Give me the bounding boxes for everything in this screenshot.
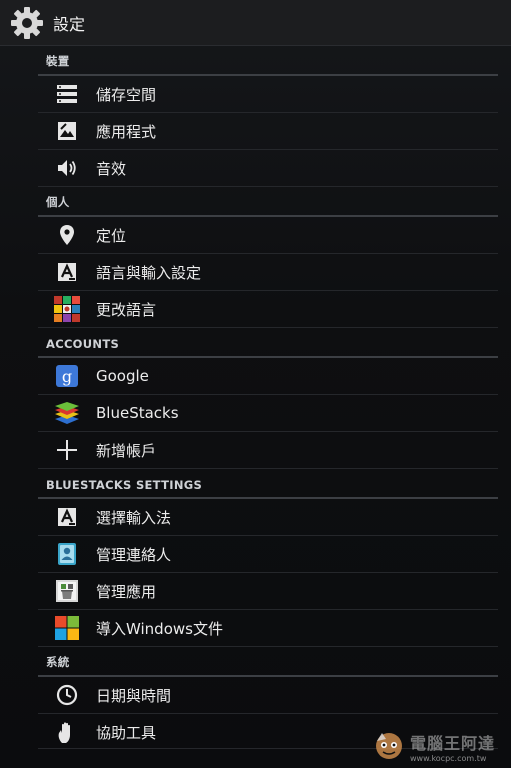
settings-item-label: BlueStacks <box>96 404 179 422</box>
settings-screen: 設定 裝置 儲存空間 應用程式 音效 個人 定位 語言與輸入設定 更改語言 AC… <box>0 0 511 768</box>
section-header-bluestacks-settings: BLUESTACKS SETTINGS <box>38 469 498 499</box>
settings-item-bluestacks[interactable]: BlueStacks <box>38 395 498 432</box>
settings-item-language-input[interactable]: 語言與輸入設定 <box>38 254 498 291</box>
manage-apps-icon <box>54 578 80 604</box>
sound-icon <box>54 155 80 181</box>
windows-icon <box>54 615 80 641</box>
settings-item-date-time[interactable]: 日期與時間 <box>38 677 498 714</box>
apps-icon <box>54 118 80 144</box>
settings-item-label: 語言與輸入設定 <box>96 263 202 282</box>
add-icon <box>54 437 80 463</box>
hand-icon <box>54 720 80 746</box>
clock-icon <box>54 682 80 708</box>
language-input-icon <box>54 259 80 285</box>
section-header-personal: 個人 <box>38 187 498 217</box>
page-title: 設定 <box>53 14 86 34</box>
settings-item-apps[interactable]: 應用程式 <box>38 113 498 150</box>
settings-item-manage-apps[interactable]: 管理應用 <box>38 573 498 610</box>
settings-item-label: 更改語言 <box>96 300 157 319</box>
settings-item-google[interactable]: g Google <box>38 358 498 395</box>
settings-item-label: 日期與時間 <box>96 686 172 705</box>
location-icon <box>54 222 80 248</box>
settings-item-manage-contacts[interactable]: 管理連絡人 <box>38 536 498 573</box>
settings-item-sound[interactable]: 音效 <box>38 150 498 187</box>
section-header-accounts: ACCOUNTS <box>38 328 498 358</box>
watermark-url: www.kocpc.com.tw <box>410 753 487 763</box>
settings-item-label: 音效 <box>96 159 127 178</box>
storage-icon <box>54 81 80 107</box>
settings-item-label: 導入Windows文件 <box>96 619 223 638</box>
section-header-device: 裝置 <box>38 46 498 76</box>
settings-item-storage[interactable]: 儲存空間 <box>38 76 498 113</box>
settings-item-add-account[interactable]: 新增帳戶 <box>38 432 498 469</box>
google-icon: g <box>54 363 80 389</box>
mascot-icon <box>376 733 402 759</box>
settings-item-select-input-method[interactable]: 選擇輸入法 <box>38 499 498 536</box>
settings-item-label: Google <box>96 367 149 385</box>
settings-item-label: 新增帳戶 <box>96 441 157 460</box>
settings-item-label: 應用程式 <box>96 122 157 141</box>
settings-item-label: 管理連絡人 <box>96 545 172 564</box>
settings-item-label: 定位 <box>96 226 127 245</box>
keyboard-input-icon <box>54 504 80 530</box>
settings-item-label: 儲存空間 <box>96 85 157 104</box>
settings-item-change-language[interactable]: 更改語言 <box>38 291 498 328</box>
svg-text:g: g <box>62 367 72 386</box>
section-header-system: 系統 <box>38 647 498 677</box>
settings-item-label: 協助工具 <box>96 724 157 742</box>
settings-list: 裝置 儲存空間 應用程式 音效 個人 定位 語言與輸入設定 更改語言 ACCOU… <box>38 46 498 751</box>
watermark: 電腦王阿達 www.kocpc.com.tw <box>372 724 510 768</box>
settings-item-import-windows-files[interactable]: 導入Windows文件 <box>38 610 498 647</box>
contacts-icon <box>54 541 80 567</box>
bluestacks-icon <box>54 400 80 426</box>
settings-item-label: 管理應用 <box>96 582 157 601</box>
settings-item-location[interactable]: 定位 <box>38 217 498 254</box>
settings-item-label: 選擇輸入法 <box>96 508 172 527</box>
gear-icon[interactable] <box>9 5 45 41</box>
watermark-text: 電腦王阿達 <box>410 733 496 753</box>
action-bar: 設定 <box>0 0 511 46</box>
flags-icon <box>54 296 80 322</box>
